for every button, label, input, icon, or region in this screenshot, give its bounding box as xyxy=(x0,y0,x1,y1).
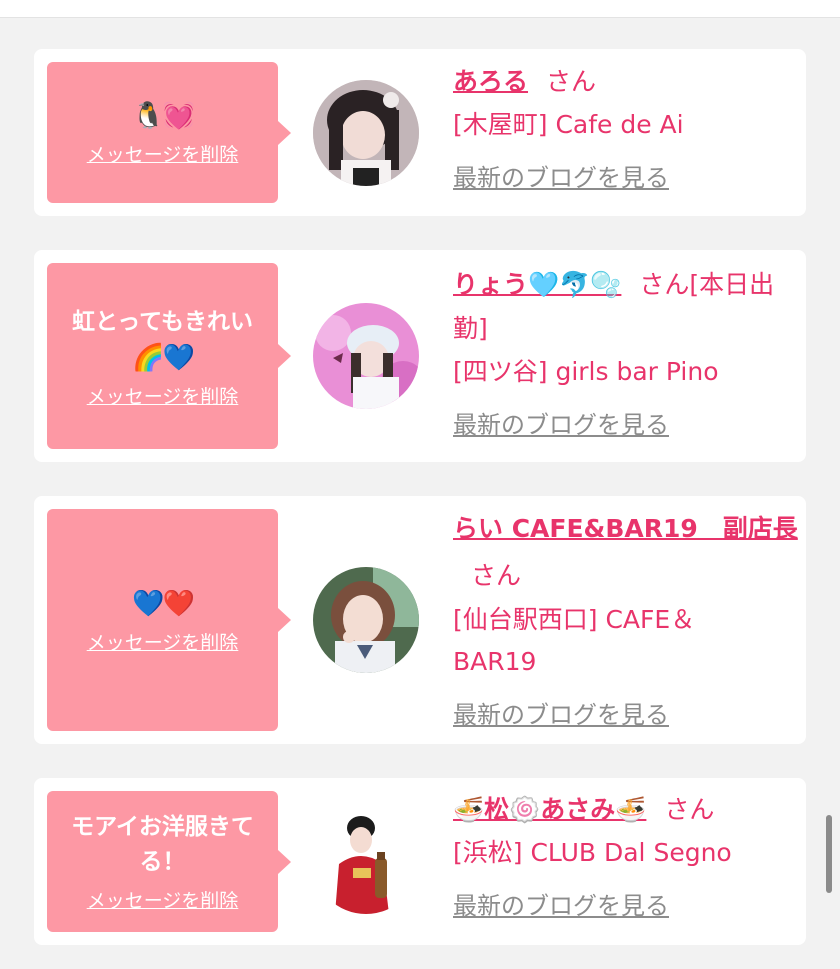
message-emoji: 💙❤️ xyxy=(132,588,195,619)
cast-name-link[interactable]: 🍜松🍥あさみ🍜 xyxy=(453,795,646,824)
favorite-card: モアイお洋服きてる！ メッセージを削除 🍜松🍥あさみ🍜 さん [浜松] CLUB … xyxy=(34,778,806,945)
avatar-photo xyxy=(313,303,419,409)
cast-name-link[interactable]: らい CAFE&BAR19 副店長 xyxy=(453,514,798,543)
delete-message-link[interactable]: メッセージを削除 xyxy=(87,382,239,409)
honorific: さん xyxy=(546,67,597,96)
latest-blog-link[interactable]: 最新のブログを見る xyxy=(453,695,793,735)
delete-message-link[interactable]: メッセージを削除 xyxy=(87,628,239,655)
message-bubble: 虹とってもきれい 🌈💙 メッセージを削除 xyxy=(47,263,291,449)
delete-message-link[interactable]: メッセージを削除 xyxy=(87,140,239,167)
honorific: さん xyxy=(664,795,715,824)
cast-info: りょう🩵🐬🫧 さん[本日出勤] [四ツ谷] girls bar Pino 最新のブ… xyxy=(453,263,793,445)
cast-name-link[interactable]: りょう🩵🐬🫧 xyxy=(453,270,621,299)
favorite-card: 🐧💓 メッセージを削除 あろる さん [木屋町] Cafe de Ai 最新のブロ… xyxy=(34,49,806,216)
shop-name: [仙台駅西口] CAFE＆BAR19 xyxy=(453,605,696,676)
avatar-photo xyxy=(313,808,419,914)
latest-blog-link[interactable]: 最新のブログを見る xyxy=(453,886,793,926)
latest-blog-link[interactable]: 最新のブログを見る xyxy=(453,158,793,198)
shop-name: [木屋町] Cafe de Ai xyxy=(453,110,684,139)
message-emoji: 🌈💙 xyxy=(132,342,195,373)
avatar[interactable] xyxy=(313,303,419,409)
cast-info: 🍜松🍥あさみ🍜 さん [浜松] CLUB Dal Segno 最新のブログを見る xyxy=(453,787,793,926)
message-bubble: 🐧💓 メッセージを削除 xyxy=(47,62,291,203)
top-bar xyxy=(0,0,840,18)
avatar-photo xyxy=(313,80,419,186)
message-bubble: 💙❤️ メッセージを削除 xyxy=(47,509,291,731)
avatar[interactable] xyxy=(313,80,419,186)
message-text: モアイお洋服きてる！ xyxy=(71,814,254,875)
avatar[interactable] xyxy=(313,567,419,673)
message-bubble: モアイお洋服きてる！ メッセージを削除 xyxy=(47,791,291,932)
scrollbar[interactable] xyxy=(826,815,832,893)
shop-name: [四ツ谷] girls bar Pino xyxy=(453,357,719,386)
message-text: 虹とってもきれい xyxy=(71,308,253,335)
favorite-card: 虹とってもきれい 🌈💙 メッセージを削除 りょう🩵🐬🫧 さん[本日出勤] [四ツ谷… xyxy=(34,250,806,462)
latest-blog-link[interactable]: 最新のブログを見る xyxy=(453,405,793,445)
favorite-card: 💙❤️ メッセージを削除 らい CAFE&BAR19 副店長さん [仙台駅西口]… xyxy=(34,496,806,744)
avatar[interactable] xyxy=(313,808,419,914)
cast-info: あろる さん [木屋町] Cafe de Ai 最新のブログを見る xyxy=(453,59,793,198)
cast-info: らい CAFE&BAR19 副店長さん [仙台駅西口] CAFE＆BAR19 最… xyxy=(453,505,798,735)
message-emoji: 🐧💓 xyxy=(132,101,195,131)
delete-message-link[interactable]: メッセージを削除 xyxy=(87,886,239,913)
shop-name: [浜松] CLUB Dal Segno xyxy=(453,838,732,867)
cast-name-link[interactable]: あろる xyxy=(453,67,528,96)
honorific: さん xyxy=(471,561,522,590)
avatar-photo xyxy=(313,567,419,673)
